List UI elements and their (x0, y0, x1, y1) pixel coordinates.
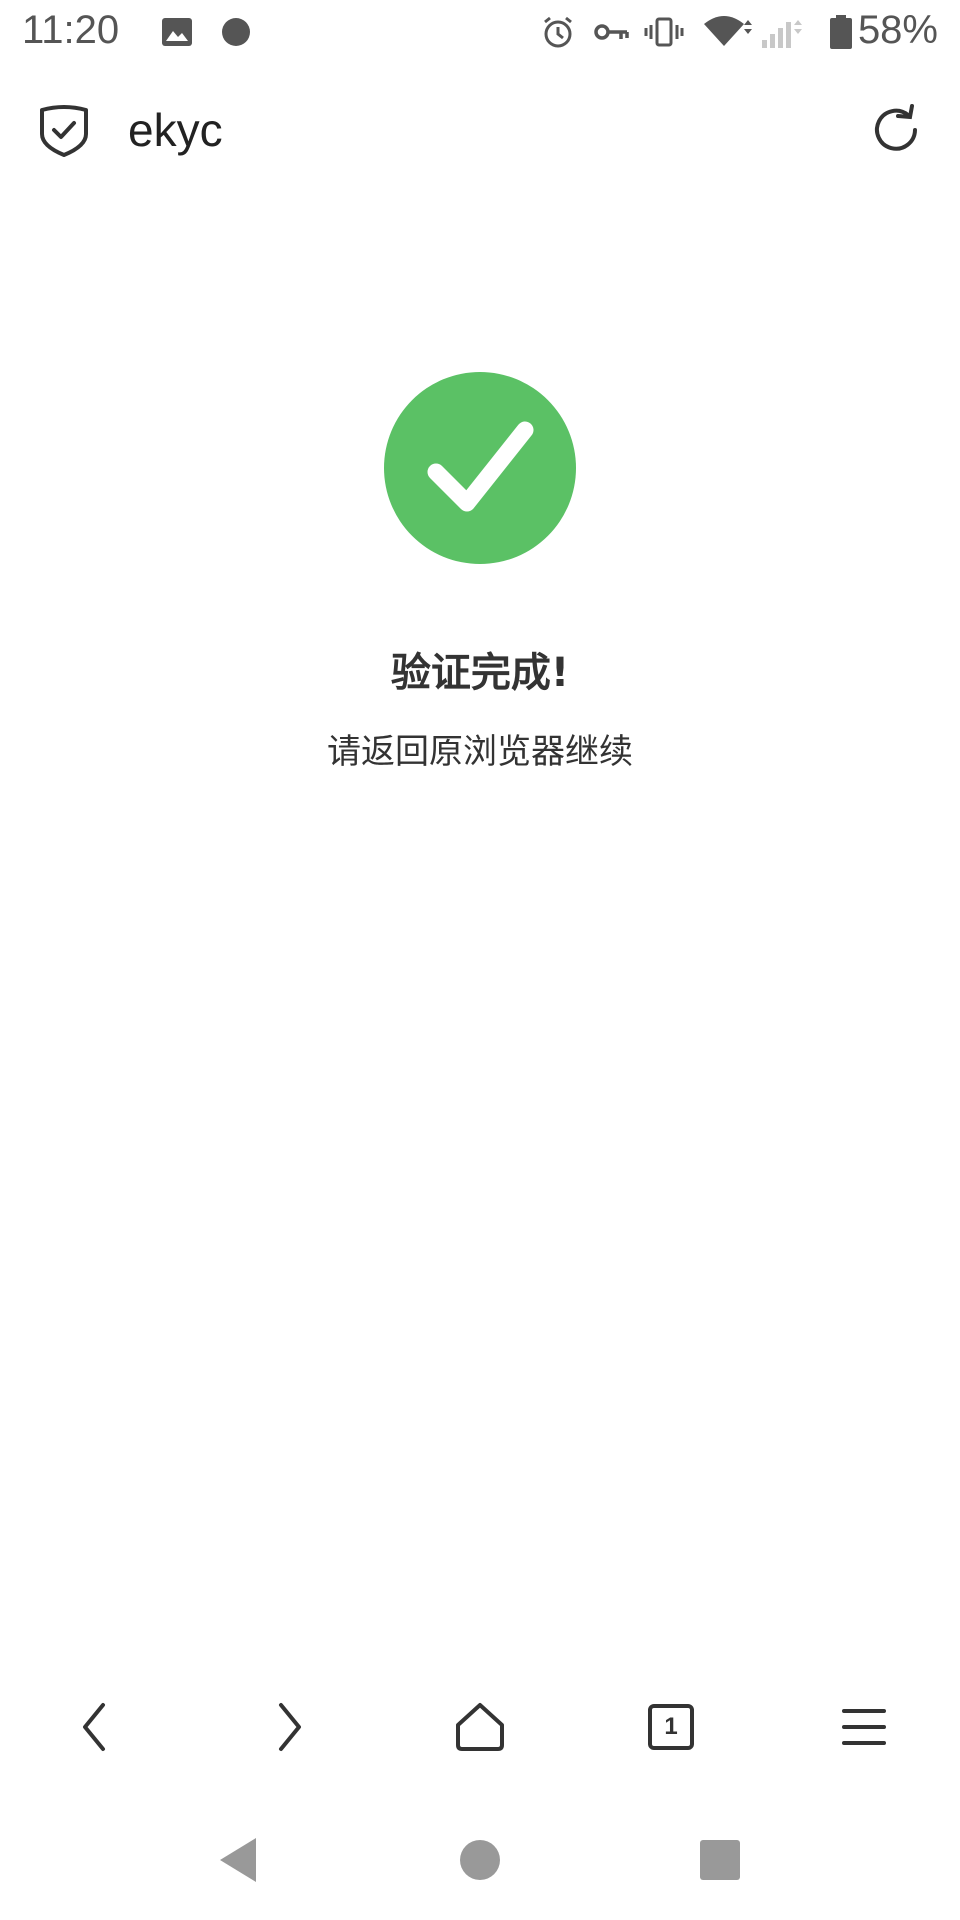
vpn-key-icon (592, 14, 632, 50)
tab-count: 1 (664, 1713, 678, 1740)
battery-icon (828, 14, 854, 50)
system-nav-bar (0, 1820, 960, 1900)
image-icon (160, 14, 194, 50)
refresh-icon[interactable] (868, 102, 924, 158)
status-time: 11:20 (22, 8, 120, 52)
record-dot-icon (220, 14, 252, 50)
menu-icon[interactable] (827, 1690, 901, 1764)
system-recents-icon[interactable] (680, 1820, 760, 1900)
system-home-icon[interactable] (440, 1820, 520, 1900)
success-subtitle: 请返回原浏览器继续 (327, 732, 633, 772)
vibrate-icon (644, 14, 684, 50)
success-title: 验证完成! (390, 650, 570, 696)
page-title: ekyc (128, 104, 223, 156)
browser-bottom-bar: 1 (0, 1690, 960, 1764)
battery-percent: 58% (857, 8, 938, 52)
wifi-icon (702, 14, 754, 50)
forward-icon[interactable] (252, 1690, 326, 1764)
tabs-icon[interactable]: 1 (634, 1690, 708, 1764)
system-back-icon[interactable] (198, 1820, 278, 1900)
success-check-icon (384, 372, 576, 564)
shield-check-icon[interactable] (38, 102, 90, 158)
alarm-icon (540, 14, 576, 50)
status-bar: 11:20 58% (0, 0, 960, 66)
back-icon[interactable] (58, 1690, 132, 1764)
signal-icon (760, 14, 808, 50)
browser-toolbar: ekyc (0, 80, 960, 180)
home-icon[interactable] (443, 1690, 517, 1764)
